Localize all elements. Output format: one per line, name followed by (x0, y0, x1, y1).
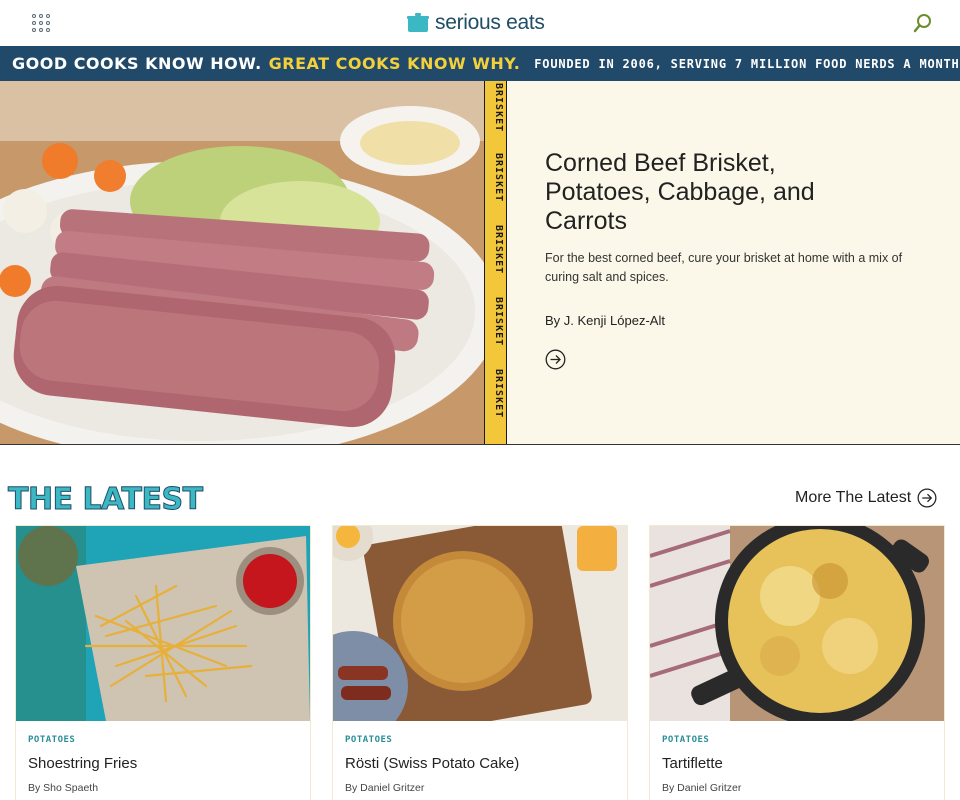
arrow-right-circle-icon (917, 488, 937, 508)
recipe-card-title[interactable]: Shoestring Fries (28, 755, 137, 772)
hero-description: For the best corned beef, cure your bris… (545, 251, 903, 284)
hero-image[interactable] (0, 81, 484, 444)
recipe-card-image (333, 526, 627, 721)
recipe-card-title[interactable]: Rösti (Swiss Potato Cake) (345, 755, 519, 772)
recipe-card-category[interactable]: POTATOES (662, 735, 709, 745)
hero-feature: BRISKET BRISKET BRISKET BRISKET BRISKET … (0, 81, 960, 445)
tag-label: BRISKET (493, 297, 504, 347)
recipe-card-byline: By Daniel Gritzer (345, 782, 425, 794)
tagline-banner: GOOD COOKS KNOW HOW. GREAT COOKS KNOW WH… (0, 46, 960, 81)
hero-title[interactable]: Corned Beef Brisket, Potatoes, Cabbage, … (545, 149, 885, 236)
search-icon[interactable] (912, 12, 934, 34)
tag-label: BRISKET (493, 369, 504, 419)
pot-icon (407, 13, 429, 32)
recipe-card-image (16, 526, 310, 721)
recipe-card[interactable]: POTATOES Rösti (Swiss Potato Cake) By Da… (333, 526, 627, 800)
recipe-card-image (650, 526, 944, 721)
recipe-card[interactable]: POTATOES Tartiflette By Daniel Gritzer (650, 526, 944, 800)
logo-text: serious eats (435, 11, 545, 34)
more-latest-link[interactable]: More The Latest (795, 488, 937, 508)
banner-founded-text: FOUNDED IN 2006, SERVING 7 MILLION FOOD … (534, 56, 960, 71)
tag-label: BRISKET (493, 83, 504, 133)
tag-label: BRISKET (493, 153, 504, 203)
grid-menu-icon[interactable] (32, 14, 50, 32)
banner-tagline-2: GREAT COOKS KNOW WHY. (268, 54, 521, 73)
recipe-card-category[interactable]: POTATOES (345, 735, 392, 745)
more-latest-label: More The Latest (795, 489, 912, 506)
recipe-card-category[interactable]: POTATOES (28, 735, 75, 745)
recipe-card-byline: By Sho Spaeth (28, 782, 99, 794)
hero-author: By J. Kenji López-Alt (545, 313, 665, 328)
tag-brisket-strip[interactable]: BRISKET BRISKET BRISKET BRISKET BRISKET (484, 81, 507, 444)
banner-tagline-1: GOOD COOKS KNOW HOW. (12, 54, 262, 73)
recipe-card-byline: By Daniel Gritzer (662, 782, 742, 794)
tag-label: BRISKET (493, 225, 504, 275)
site-header: serious eats (0, 0, 960, 46)
recipe-card[interactable]: POTATOES Shoestring Fries By Sho Spaeth (16, 526, 310, 800)
recipe-card-title[interactable]: Tartiflette (662, 755, 723, 772)
site-logo[interactable]: serious eats (407, 11, 545, 35)
arrow-right-circle-icon[interactable] (545, 349, 566, 370)
section-heading-latest: THE LATEST (8, 482, 204, 518)
